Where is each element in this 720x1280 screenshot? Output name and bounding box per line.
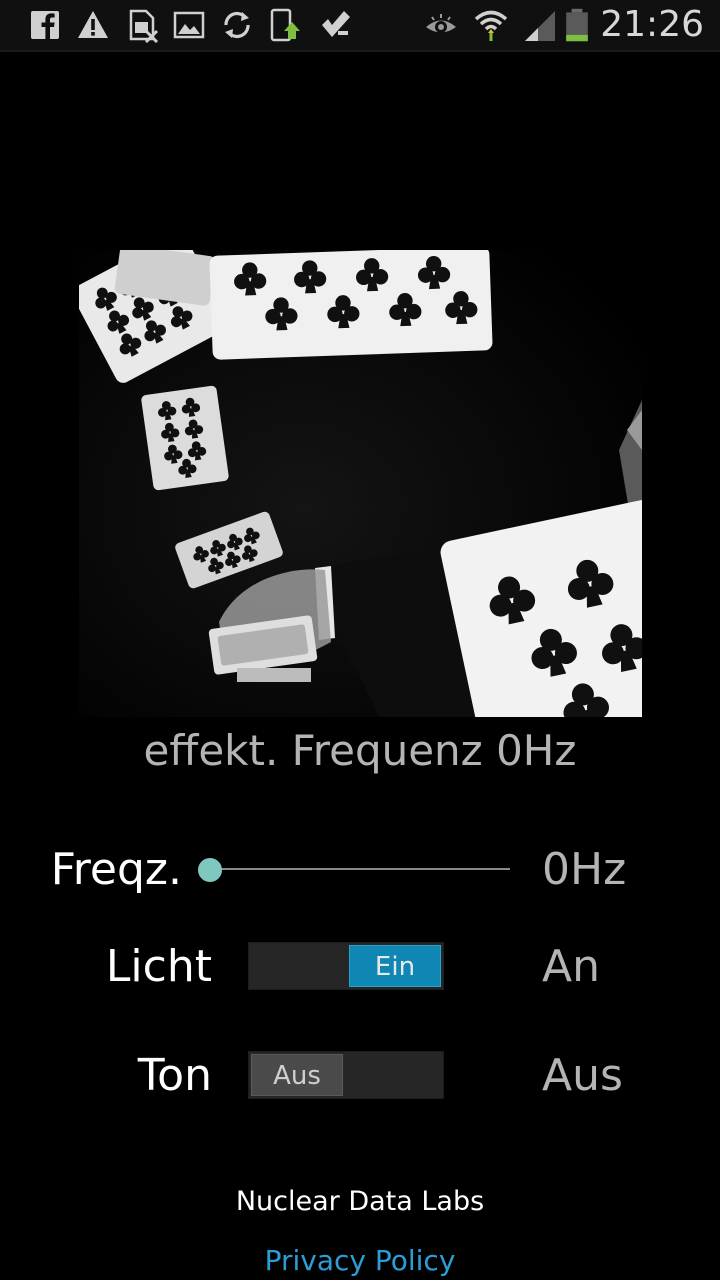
- sound-toggle-thumb[interactable]: Aus: [251, 1054, 343, 1096]
- company-name: Nuclear Data Labs: [235, 1186, 485, 1217]
- light-toggle[interactable]: Ein: [248, 942, 444, 990]
- slider-track[interactable]: [210, 868, 510, 870]
- frequency-label: Freqz.: [50, 844, 182, 895]
- card-trick-image: [79, 250, 642, 717]
- light-toggle-thumb[interactable]: Ein: [349, 945, 441, 987]
- effective-frequency-text: effekt. Frequenz 0Hz: [143, 726, 577, 775]
- eye-icon: [424, 7, 458, 43]
- gallery-icon: [172, 7, 206, 43]
- signal-icon: [522, 7, 556, 43]
- frequency-slider[interactable]: [196, 850, 514, 890]
- battery-icon: [562, 7, 592, 43]
- wifi-icon: [474, 7, 508, 43]
- app-screen: 21:26 effekt. Frequenz 0Hz Freqz. 0Hz Li…: [0, 0, 720, 1280]
- clock: 21:26: [600, 4, 704, 45]
- status-bar: 21:26: [0, 0, 720, 52]
- light-label: Licht: [105, 941, 212, 992]
- sound-state: Aus: [542, 1050, 623, 1101]
- sim-missing-icon: [126, 7, 160, 43]
- slider-thumb[interactable]: [198, 858, 222, 882]
- privacy-policy-link[interactable]: Privacy Policy: [0, 1244, 720, 1277]
- sync-icon: [220, 7, 254, 43]
- warning-icon: [76, 7, 110, 43]
- task-check-icon: [318, 7, 352, 43]
- frequency-value: 0Hz: [542, 844, 627, 895]
- device-update-icon: [268, 7, 302, 43]
- sound-label: Ton: [137, 1050, 212, 1101]
- light-state: An: [542, 941, 600, 992]
- facebook-icon: [28, 7, 62, 43]
- sound-toggle[interactable]: Aus: [248, 1051, 444, 1099]
